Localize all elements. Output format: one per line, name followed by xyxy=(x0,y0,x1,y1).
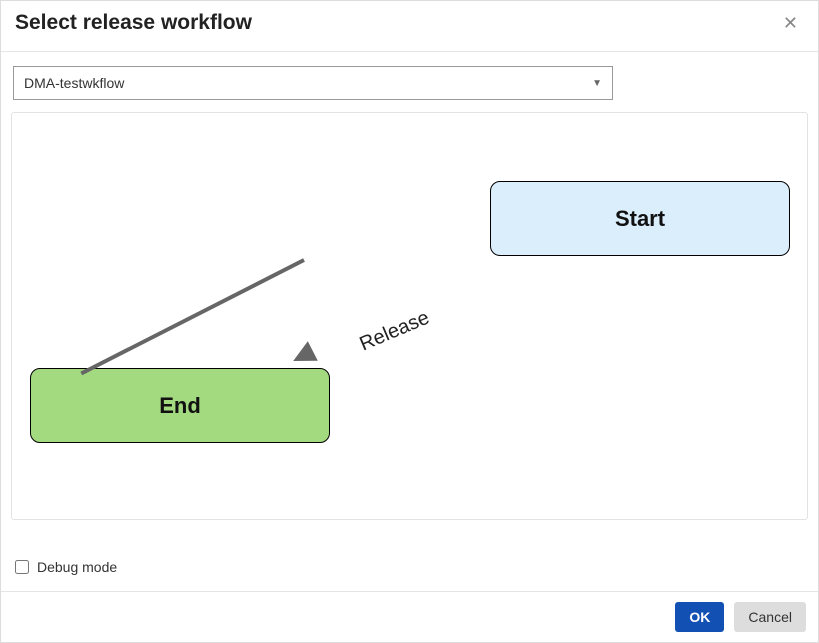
node-end-label: End xyxy=(159,393,201,419)
workflow-edge-arrow-head-icon xyxy=(288,341,318,371)
workflow-edge-label: Release xyxy=(356,307,433,357)
debug-mode-checkbox[interactable] xyxy=(15,560,29,574)
close-icon[interactable]: ✕ xyxy=(777,12,804,34)
dropdown-area: DMA-testwkflow ▼ xyxy=(1,52,818,112)
dialog-title: Select release workflow xyxy=(15,11,252,35)
canvas-wrap: Start End Release xyxy=(1,112,818,553)
dialog-footer: OK Cancel xyxy=(1,591,818,642)
select-release-workflow-dialog: Select release workflow ✕ DMA-testwkflow… xyxy=(0,0,819,643)
workflow-dropdown[interactable]: DMA-testwkflow ▼ xyxy=(13,66,613,100)
debug-mode-label: Debug mode xyxy=(37,559,117,575)
workflow-node-start[interactable]: Start xyxy=(490,181,790,256)
ok-button[interactable]: OK xyxy=(675,602,724,632)
debug-area: Debug mode xyxy=(1,553,818,591)
node-start-label: Start xyxy=(615,206,665,232)
workflow-node-end[interactable]: End xyxy=(30,368,330,443)
workflow-canvas[interactable]: Start End Release xyxy=(11,112,808,520)
cancel-button[interactable]: Cancel xyxy=(734,602,806,632)
dropdown-selected-value: DMA-testwkflow xyxy=(24,75,124,91)
chevron-down-icon: ▼ xyxy=(592,78,602,89)
dialog-header: Select release workflow ✕ xyxy=(1,1,818,52)
workflow-edge-arrow-line xyxy=(80,258,305,375)
